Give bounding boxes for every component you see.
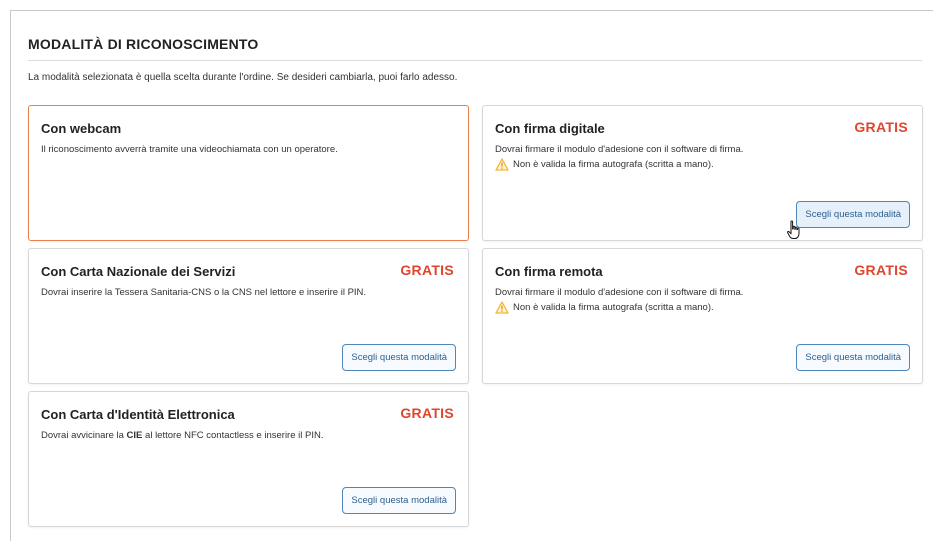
card-description: Dovrai inserire la Tessera Sanitaria-CNS… (41, 287, 367, 298)
warning-icon (495, 158, 509, 171)
price-badge: GRATIS (400, 262, 454, 278)
desc-bold: CIE (126, 430, 143, 441)
warning-note: Non è valida la firma autografa (scritta… (495, 301, 714, 314)
warning-note: Non è valida la firma autografa (scritta… (495, 158, 714, 171)
option-card-webcam[interactable]: Con webcam Il riconoscimento avverrà tra… (28, 105, 469, 241)
choose-mode-button[interactable]: Scegli questa modalità (796, 344, 910, 371)
card-title: Con firma remota (495, 264, 603, 279)
hand-pointer-cursor-icon (787, 220, 800, 239)
card-description: Dovrai firmare il modulo d'adesione con … (495, 287, 744, 298)
choose-mode-button[interactable]: Scegli questa modalità (796, 201, 910, 228)
price-badge: GRATIS (854, 119, 908, 135)
option-card-firma-digitale: Con firma digitale GRATIS Dovrai firmare… (482, 105, 923, 241)
card-title: Con webcam (41, 121, 122, 136)
price-badge: GRATIS (400, 405, 454, 421)
option-card-cie: Con Carta d'Identità Elettronica GRATIS … (28, 391, 469, 527)
card-description: Il riconoscimento avverrà tramite una vi… (41, 144, 338, 155)
title-divider (28, 60, 922, 61)
choose-mode-button[interactable]: Scegli questa modalità (342, 344, 456, 371)
warning-icon (495, 301, 509, 314)
card-description: Dovrai firmare il modulo d'adesione con … (495, 144, 744, 155)
card-title: Con Carta d'Identità Elettronica (41, 407, 235, 422)
intro-text: La modalità selezionata è quella scelta … (28, 72, 458, 83)
desc-part: Dovrai avvicinare la (41, 430, 127, 441)
warning-text: Non è valida la firma autografa (scritta… (513, 302, 714, 313)
price-badge: GRATIS (854, 262, 908, 278)
card-title: Con firma digitale (495, 121, 605, 136)
warning-text: Non è valida la firma autografa (scritta… (513, 159, 714, 170)
choose-mode-button[interactable]: Scegli questa modalità (342, 487, 456, 514)
card-description: Dovrai avvicinare la CIE al lettore NFC … (41, 429, 441, 442)
option-card-firma-remota: Con firma remota GRATIS Dovrai firmare i… (482, 248, 923, 384)
desc-part: al lettore NFC contactless e inserire il… (142, 430, 324, 441)
section-title: MODALITÀ DI RICONOSCIMENTO (28, 36, 259, 52)
card-title: Con Carta Nazionale dei Servizi (41, 264, 236, 279)
option-card-cns: Con Carta Nazionale dei Servizi GRATIS D… (28, 248, 469, 384)
